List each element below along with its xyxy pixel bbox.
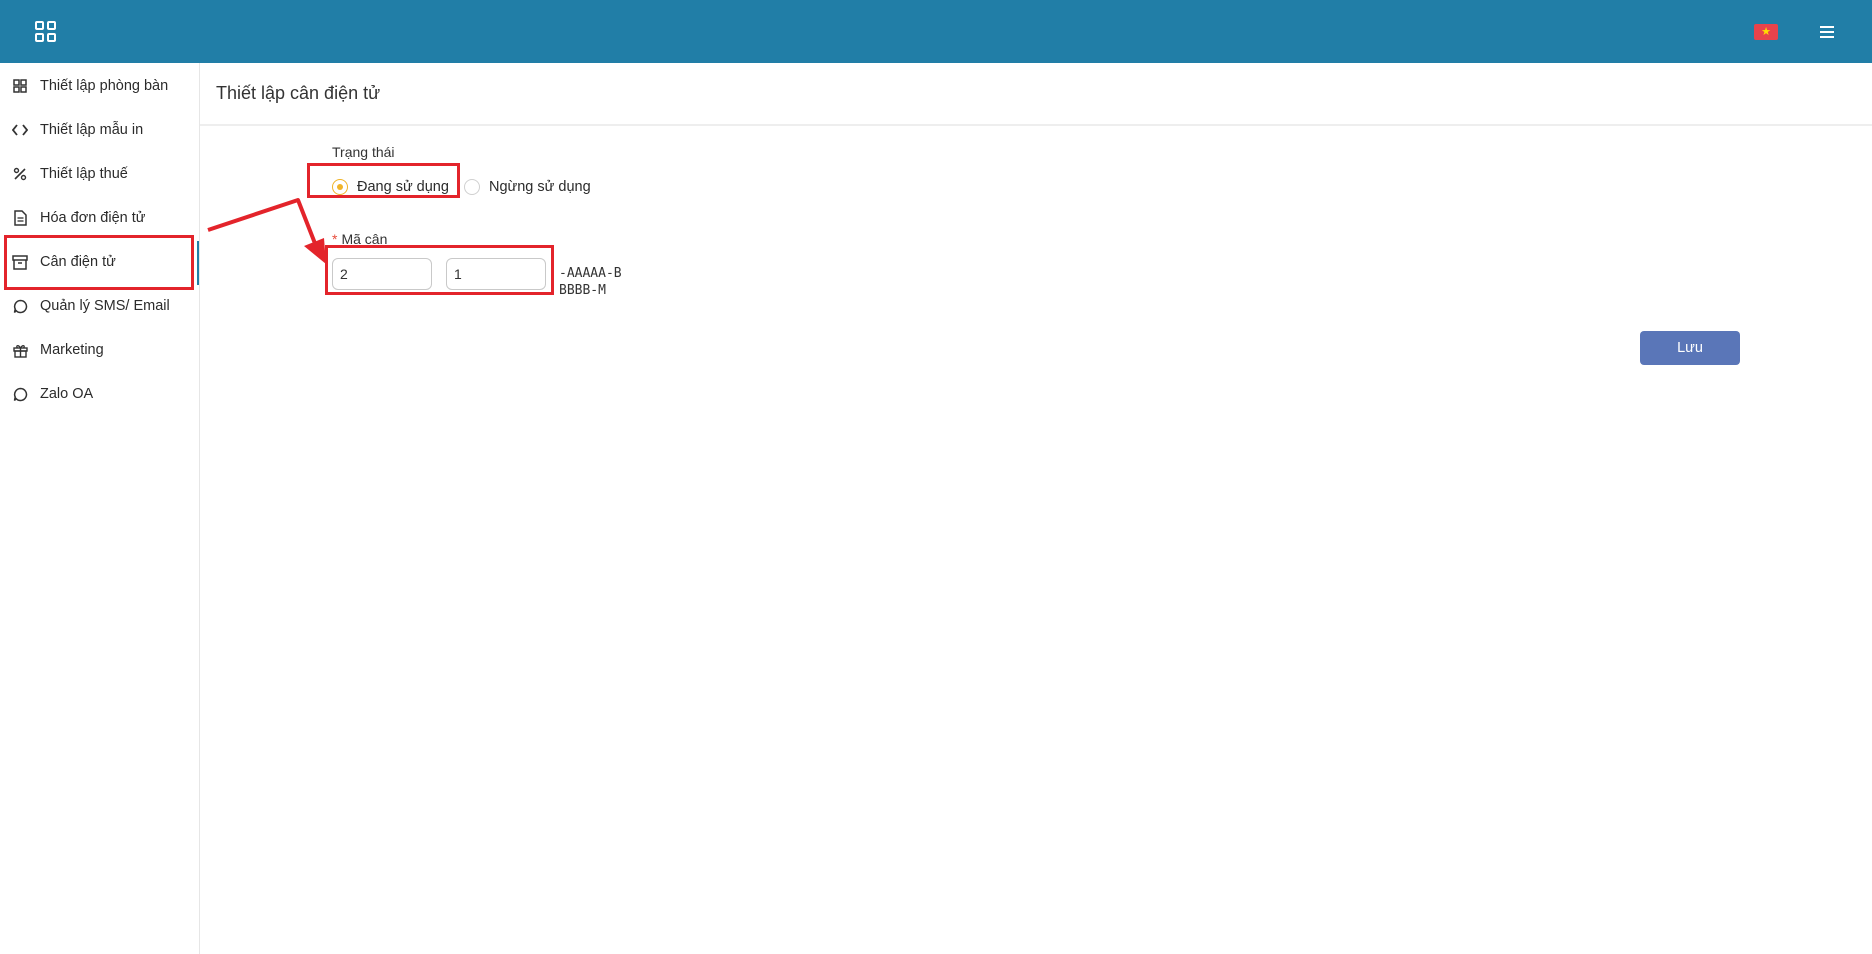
sidebar-item-label: Zalo OA [40,386,94,402]
sidebar-item-label: Thiết lập thuế [40,166,128,182]
required-mark: * [332,231,338,247]
grid-icon [12,78,28,94]
scale-code-part2-input[interactable] [446,258,546,290]
status-option-label: Ngừng sử dụng [489,179,591,195]
scale-code-suffix: -AAAAA-BBBBB-M [559,266,622,298]
sidebar: Thiết lập phòng bàn Thiết lập mẫu in Thi… [0,63,200,954]
status-radio-inactive[interactable]: Ngừng sử dụng [464,176,591,198]
sidebar-item-room-table[interactable]: Thiết lập phòng bàn [0,66,198,106]
sidebar-item-zalo-oa[interactable]: Zalo OA [0,374,198,414]
sidebar-item-label: Marketing [40,342,104,358]
code-icon [12,122,28,138]
active-indicator [197,241,199,285]
sidebar-item-marketing[interactable]: Marketing [0,330,198,370]
hamburger-menu-icon[interactable] [1815,20,1839,44]
sidebar-item-label: Thiết lập mẫu in [40,122,144,138]
sidebar-item-e-scale[interactable]: Cân điện tử [0,242,198,282]
scale-code-label-text: Mã cân [341,231,388,247]
radio-circle[interactable] [332,179,348,195]
page-title: Thiết lập cân điện tử [216,83,381,103]
sidebar-item-label: Hóa đơn điện tử [40,210,146,226]
status-label: Trạng thái [332,144,395,160]
apps-grid-icon[interactable] [32,18,60,46]
archive-icon [12,254,28,270]
vietnam-flag-icon[interactable]: ★ [1754,24,1778,40]
top-bar: ★ [0,0,1872,63]
sidebar-item-tax[interactable]: Thiết lập thuế [0,154,198,194]
scale-code-label: * Mã cân [332,231,387,247]
page-header: Thiết lập cân điện tử [200,63,1872,126]
status-option-label: Đang sử dụng [357,179,449,195]
scale-code-part1-input[interactable] [332,258,432,290]
gift-icon [12,342,28,358]
sidebar-item-e-invoice[interactable]: Hóa đơn điện tử [0,198,198,238]
document-icon [12,210,28,226]
sidebar-item-label: Quản lý SMS/ Email [40,298,170,314]
sidebar-item-print-template[interactable]: Thiết lập mẫu in [0,110,198,150]
sidebar-item-sms-email[interactable]: Quản lý SMS/ Email [0,286,198,326]
save-button[interactable]: Lưu [1640,331,1740,365]
flag-star: ★ [1761,26,1771,38]
percent-icon [12,166,28,182]
chat-icon [12,298,28,314]
status-radio-active[interactable]: Đang sử dụng [332,176,449,198]
main-content: Thiết lập cân điện tử [200,63,1872,954]
radio-circle[interactable] [464,179,480,195]
sidebar-item-label: Thiết lập phòng bàn [40,78,169,94]
chat-icon [12,386,28,402]
sidebar-item-label: Cân điện tử [40,254,116,270]
